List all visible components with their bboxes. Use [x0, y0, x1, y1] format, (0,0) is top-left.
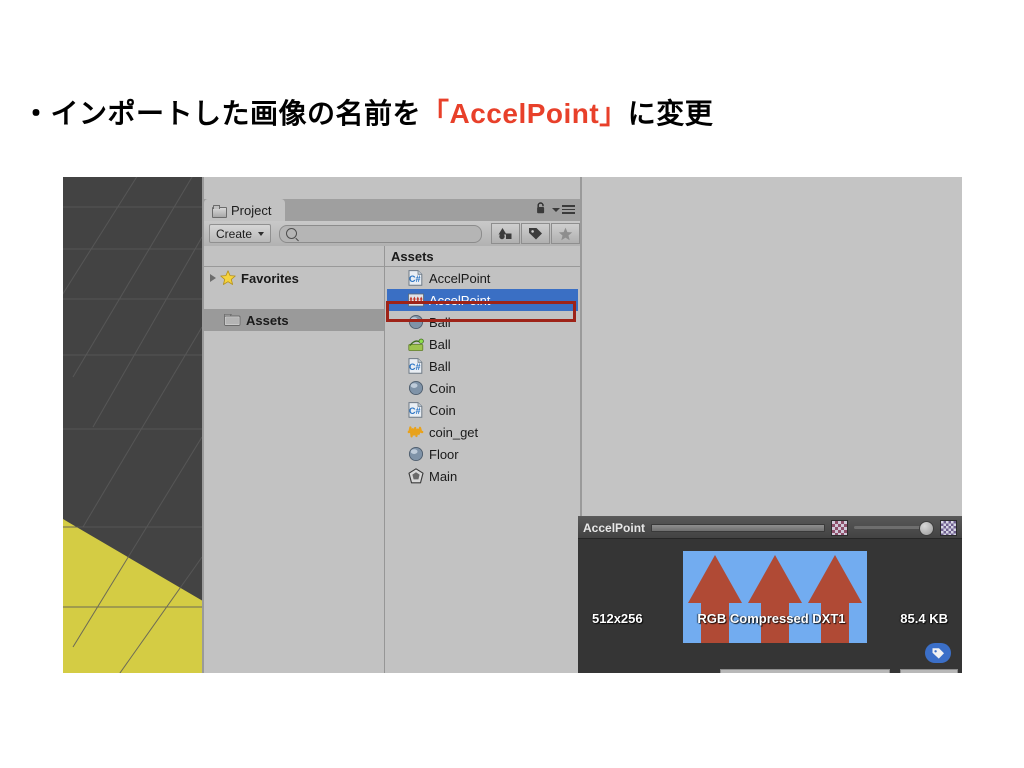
shapes-icon — [498, 228, 512, 240]
list-item[interactable]: C# Coin — [385, 399, 580, 421]
chevron-down-icon — [258, 231, 265, 236]
page-title-prefix: ・インポートした画像の名前を — [22, 98, 422, 129]
create-button[interactable]: Create — [209, 224, 272, 243]
lock-icon[interactable] — [536, 202, 546, 214]
tree-item-favorites-label: Favorites — [241, 270, 299, 286]
project-toolbar: Create — [204, 221, 580, 247]
list-item-label: Ball — [429, 314, 451, 330]
scene-yellow-plane — [63, 519, 202, 673]
list-item-label: Ball — [429, 336, 451, 352]
list-item[interactable]: C# AccelPoint — [385, 267, 580, 289]
texture-icon — [407, 292, 424, 309]
preview-zoom-slider[interactable] — [854, 520, 934, 536]
svg-text:C#: C# — [409, 406, 421, 416]
preview-filesize: 85.4 KB — [900, 611, 948, 626]
svg-text:C#: C# — [409, 362, 421, 372]
list-item-label: Coin — [429, 402, 456, 418]
folder-icon — [212, 204, 227, 218]
inspector-field-stub[interactable] — [720, 669, 890, 673]
list-item[interactable]: Ball — [385, 311, 580, 333]
csharp-script-icon: C# — [407, 270, 424, 287]
list-item-label: Ball — [429, 358, 451, 374]
preview-rail — [651, 523, 825, 532]
list-item[interactable]: Coin — [385, 377, 580, 399]
filter-by-type-button[interactable] — [491, 223, 520, 244]
list-item[interactable]: Ball — [385, 333, 580, 355]
project-panel: Project Create Favorites Assets Assets C… — [204, 177, 580, 673]
tree-item-favorites[interactable]: Favorites — [204, 267, 384, 289]
star-icon — [558, 227, 573, 240]
list-item-label: AccelPoint — [429, 270, 491, 286]
scene-grid-and-geometry — [63, 177, 202, 673]
preview-title: AccelPoint — [583, 520, 646, 535]
project-tree-column: Favorites Assets — [204, 246, 385, 673]
preview-header: AccelPoint — [578, 517, 962, 539]
csharp-script-icon: C# — [407, 402, 424, 419]
hamburger-menu-icon — [562, 205, 575, 214]
svg-text:C#: C# — [409, 274, 421, 284]
prefab-sphere-icon — [407, 446, 424, 463]
prefab-sphere-icon — [407, 314, 424, 331]
assets-list-header: Assets — [385, 246, 580, 267]
filter-by-label-button[interactable] — [521, 223, 550, 244]
page-title: ・インポートした画像の名前を「AccelPoint」に変更 — [22, 92, 713, 132]
prefab-sphere-icon — [407, 380, 424, 397]
tree-item-assets[interactable]: Assets — [204, 309, 384, 331]
list-item-selected[interactable]: AccelPoint — [387, 289, 578, 311]
slider-knob[interactable] — [919, 520, 934, 536]
list-item-label: Main — [429, 468, 458, 484]
list-item[interactable]: Main — [385, 465, 580, 487]
tab-project-label: Project — [231, 202, 272, 218]
preview-dimensions: 512x256 — [592, 611, 643, 626]
asset-preview-panel: AccelPoint 512x256 RGB Compressed DXT1 8… — [578, 516, 962, 673]
page-title-accent: 「AccelPoint」 — [421, 98, 628, 129]
list-item-label: coin_get — [429, 424, 479, 440]
chevron-right-icon[interactable] — [210, 274, 216, 282]
checker-swatch-icon[interactable] — [940, 519, 957, 536]
page-title-suffix: に変更 — [627, 98, 714, 129]
search-input-wrapper[interactable] — [279, 224, 482, 243]
list-item[interactable]: coin_get — [385, 421, 580, 443]
preview-body[interactable]: 512x256 RGB Compressed DXT1 85.4 KB — [578, 539, 962, 673]
tree-column-header — [204, 246, 384, 267]
list-item-label: AccelPoint — [429, 292, 491, 308]
csharp-script-icon: C# — [407, 358, 424, 375]
project-filter-buttons — [490, 223, 580, 244]
audio-clip-icon — [407, 424, 424, 441]
search-input[interactable] — [301, 226, 466, 241]
unity-scene-icon — [407, 468, 424, 485]
slide-root: ・インポートした画像の名前を「AccelPoint」に変更 Project Cr… — [0, 0, 1024, 768]
project-tab-strip: Project — [204, 199, 580, 222]
list-item[interactable]: Floor — [385, 443, 580, 465]
favorites-filter-button[interactable] — [551, 223, 580, 244]
tree-item-assets-label: Assets — [246, 312, 289, 328]
chevron-down-icon — [552, 207, 560, 212]
tag-icon — [529, 228, 542, 240]
star-icon — [219, 270, 236, 287]
list-item[interactable]: C# Ball — [385, 355, 580, 377]
list-item-label: Floor — [429, 446, 459, 462]
tag-icon — [932, 647, 944, 659]
physic-material-icon — [407, 336, 424, 353]
asset-label-button[interactable] — [925, 643, 951, 663]
list-item-label: Coin — [429, 380, 456, 396]
scene-view[interactable] — [63, 177, 202, 673]
checker-swatch-icon[interactable] — [831, 519, 848, 536]
inspector-button-stub[interactable] — [900, 669, 958, 673]
folder-icon — [224, 312, 241, 329]
texture-preview-image — [683, 551, 867, 643]
unity-editor-screenshot: Project Create Favorites Assets Assets C… — [63, 177, 962, 673]
assets-list-column: Assets C# AccelPoint AccelPoint Ball Bal… — [385, 246, 580, 673]
create-button-label: Create — [216, 226, 253, 241]
tab-project[interactable]: Project — [204, 199, 286, 221]
magnifier-icon — [286, 228, 298, 239]
panel-context-menu-icon[interactable] — [552, 205, 575, 214]
